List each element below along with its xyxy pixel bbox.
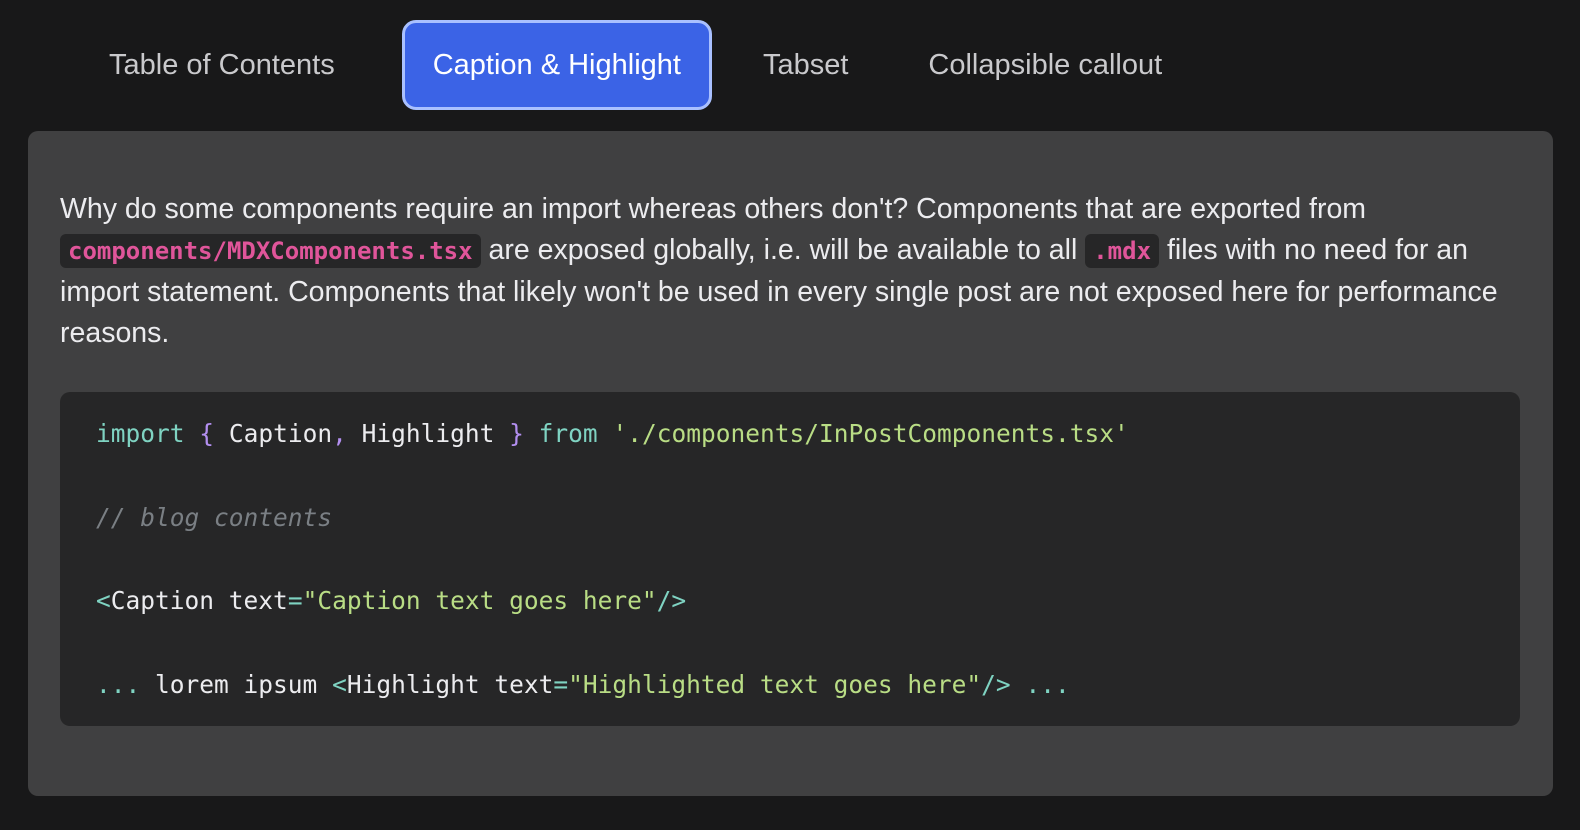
tab-panel: Why do some components require an import… bbox=[28, 131, 1553, 796]
prose-text-1: Why do some components require an import… bbox=[60, 193, 1367, 225]
keyword-import: import bbox=[96, 419, 185, 448]
code-line-highlight: ... lorem ipsum <Highlight text="Highlig… bbox=[96, 665, 1520, 749]
tab-table-of-contents[interactable]: Table of Contents bbox=[78, 20, 366, 110]
tab-bar: Table of Contents Caption & Highlight Ta… bbox=[78, 20, 1211, 110]
attr-equals: = bbox=[553, 669, 569, 699]
ellipsis-start: ... bbox=[96, 669, 141, 699]
tag-self-close: /> bbox=[656, 586, 687, 615]
comma: , bbox=[332, 419, 347, 448]
attr-text: text bbox=[494, 669, 554, 699]
attr-equals: = bbox=[287, 586, 303, 615]
component-caption: Caption bbox=[110, 586, 215, 615]
tag-self-close: /> bbox=[981, 669, 1011, 699]
tab-tabset[interactable]: Tabset bbox=[732, 20, 879, 110]
inline-code-mdx-components: components/MDXComponents.tsx bbox=[60, 234, 481, 268]
brace-close: } bbox=[509, 419, 524, 448]
component-highlight: Highlight bbox=[346, 669, 480, 699]
code-line-comment: // blog contents bbox=[96, 498, 1520, 582]
brace-open: { bbox=[199, 419, 215, 448]
attr-text: text bbox=[228, 586, 288, 615]
tab-collapsible-callout[interactable]: Collapsible callout bbox=[897, 20, 1193, 110]
code-comment: // blog contents bbox=[96, 502, 333, 532]
ellipsis-end: ... bbox=[1025, 669, 1070, 699]
keyword-from: from bbox=[538, 419, 598, 448]
prose-text-2: are exposed globally, i.e. will be avail… bbox=[480, 234, 1086, 266]
attr-value-caption: "Caption text goes here" bbox=[302, 586, 657, 615]
lorem-text: lorem ipsum bbox=[155, 669, 318, 699]
attr-value-highlight: "Highlighted text goes here" bbox=[568, 669, 982, 699]
import-name-caption: Caption bbox=[228, 419, 333, 448]
code-line-import: import { Caption, Highlight } from './co… bbox=[96, 414, 1520, 498]
code-line-caption: <Caption text="Caption text goes here"/> bbox=[96, 581, 1520, 665]
tab-caption-highlight[interactable]: Caption & Highlight bbox=[401, 20, 712, 110]
tag-open-bracket: < bbox=[332, 669, 347, 699]
inline-code-mdx-extension: .mdx bbox=[1085, 234, 1160, 268]
code-block: import { Caption, Highlight } from './co… bbox=[60, 392, 1520, 726]
description-paragraph: Why do some components require an import… bbox=[60, 189, 1530, 354]
import-path: './components/InPostComponents.tsx' bbox=[612, 419, 1129, 448]
tag-open-bracket: < bbox=[96, 586, 111, 615]
import-name-highlight: Highlight bbox=[361, 419, 495, 448]
